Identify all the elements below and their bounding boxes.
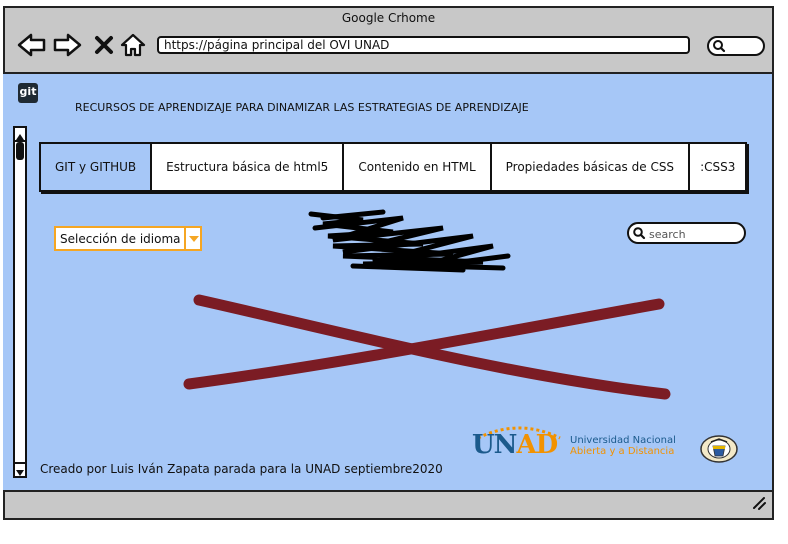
scribbled-title-placeholder [308, 209, 511, 273]
git-logo: git [18, 83, 38, 103]
tab-css3[interactable]: :CSS3 [690, 144, 745, 190]
status-bar [3, 492, 772, 512]
page-search-box[interactable] [627, 222, 746, 244]
tab-propiedades-css[interactable]: Propiedades básicas de CSS [492, 144, 691, 190]
unad-logo-name: Universidad Nacional Abierta y a Distanc… [570, 435, 676, 457]
chevron-down-icon[interactable] [184, 228, 200, 249]
scroll-up-button[interactable] [15, 128, 25, 142]
unad-logo: UNAD Universidad Nacional Abierta y a Di… [470, 426, 685, 466]
tab-contenido-html[interactable]: Contenido en HTML [344, 144, 492, 190]
search-input[interactable] [647, 225, 739, 243]
window-title: Google Crhome [341, 11, 436, 25]
language-select-value: Selección de idioma [60, 232, 181, 246]
home-icon[interactable] [119, 32, 147, 58]
language-select[interactable]: Selección de idioma [54, 226, 202, 251]
footer-credit: Creado por Luis Iván Zapata parada para … [40, 462, 443, 476]
close-x-icon[interactable] [93, 32, 115, 58]
scroll-down-button[interactable] [15, 462, 25, 476]
address-bar-url: https://página principal del OVI UNAD [164, 38, 390, 52]
back-arrow-icon[interactable] [17, 32, 47, 58]
tab-git-github[interactable]: GIT y GITHUB [41, 144, 153, 190]
scroll-thumb[interactable] [16, 142, 24, 160]
image-placeholder-cross [183, 294, 671, 400]
tab-estructura-html5[interactable]: Estructura básica de html5 [152, 144, 345, 190]
address-bar[interactable]: https://página principal del OVI UNAD [157, 36, 690, 54]
tab-bar: GIT y GITHUB Estructura básica de html5 … [39, 142, 748, 192]
colombia-coat-of-arms-icon [700, 435, 738, 463]
forward-arrow-icon[interactable] [52, 32, 82, 58]
page-heading: RECURSOS DE APRENDIZAJE PARA DINAMIZAR L… [75, 101, 529, 114]
vertical-scrollbar[interactable] [13, 126, 27, 478]
resize-grip-icon[interactable] [750, 494, 766, 510]
unad-logo-letters: UNAD [472, 430, 558, 460]
arrow-down-icon [16, 470, 24, 476]
browser-search-box[interactable] [707, 36, 765, 56]
search-icon [633, 227, 646, 240]
search-icon [713, 40, 726, 53]
